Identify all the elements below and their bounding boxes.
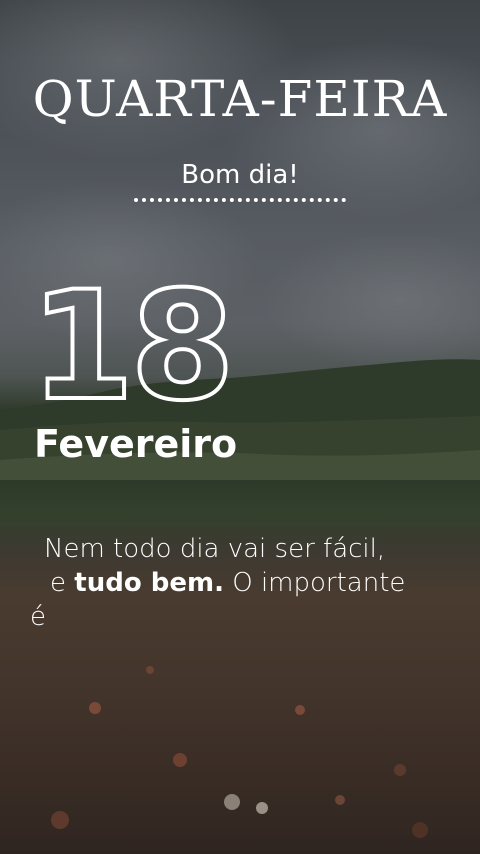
quote-line-3: é xyxy=(30,602,46,632)
quote-line-1: Nem todo dia vai ser fácil, xyxy=(44,534,386,564)
month-name: Fevereiro xyxy=(34,422,238,466)
dotted-divider xyxy=(134,192,346,202)
quote-text: Nem todo dia vai ser fácil, e tudo bem. … xyxy=(30,532,460,634)
quote-line-2-suffix: O importante xyxy=(223,568,406,598)
quote-emphasis: tudo bem. xyxy=(74,568,224,598)
day-number: 18 xyxy=(28,260,237,434)
background-photo: QUARTA-FEIRA Bom dia! 18 Fevereiro Nem t… xyxy=(0,0,480,854)
quote-line-2: e tudo bem. O importante xyxy=(30,566,460,600)
day-of-week: QUARTA-FEIRA xyxy=(32,70,448,128)
quote-line-2-prefix: e xyxy=(50,568,75,598)
greeting: Bom dia! xyxy=(181,160,299,190)
cloud xyxy=(260,230,480,370)
